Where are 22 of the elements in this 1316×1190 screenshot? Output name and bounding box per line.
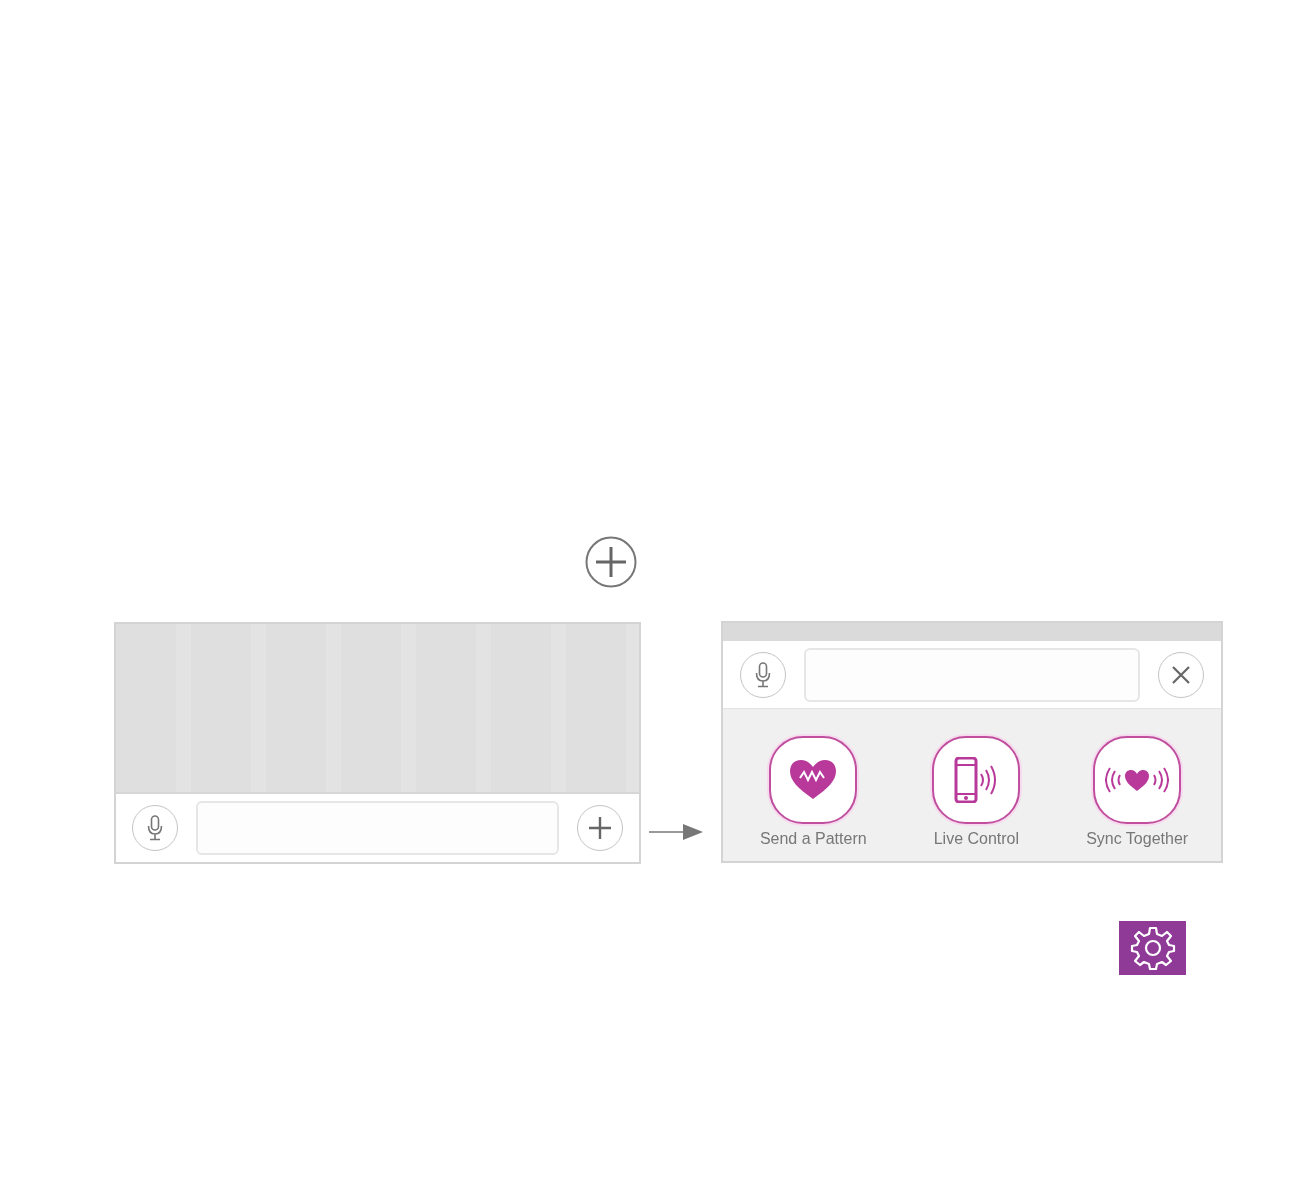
plus-icon [585,536,637,588]
action-button[interactable] [932,736,1021,824]
heart-signal-icon [1105,766,1170,794]
close-button[interactable] [1158,651,1204,698]
microphone-button[interactable] [740,651,786,698]
close-icon [1172,665,1190,684]
microphone-icon [147,815,163,841]
plus-icon [588,816,612,840]
phone-signal-icon [954,757,999,803]
microphone-icon [755,661,771,688]
message-field[interactable] [804,647,1140,702]
action-button[interactable] [769,736,858,824]
action-label: Live Control [933,830,1020,848]
add-button[interactable] [577,805,623,851]
heart-wave-icon [790,760,837,800]
action-label: Send a Pattern [759,830,867,848]
action-button[interactable] [1093,736,1182,824]
microphone-button[interactable] [132,805,178,851]
message-field[interactable] [196,801,559,855]
settings-icon [1119,921,1186,975]
arrow-icon [649,824,703,840]
action-label: Sync Together [1086,830,1189,848]
